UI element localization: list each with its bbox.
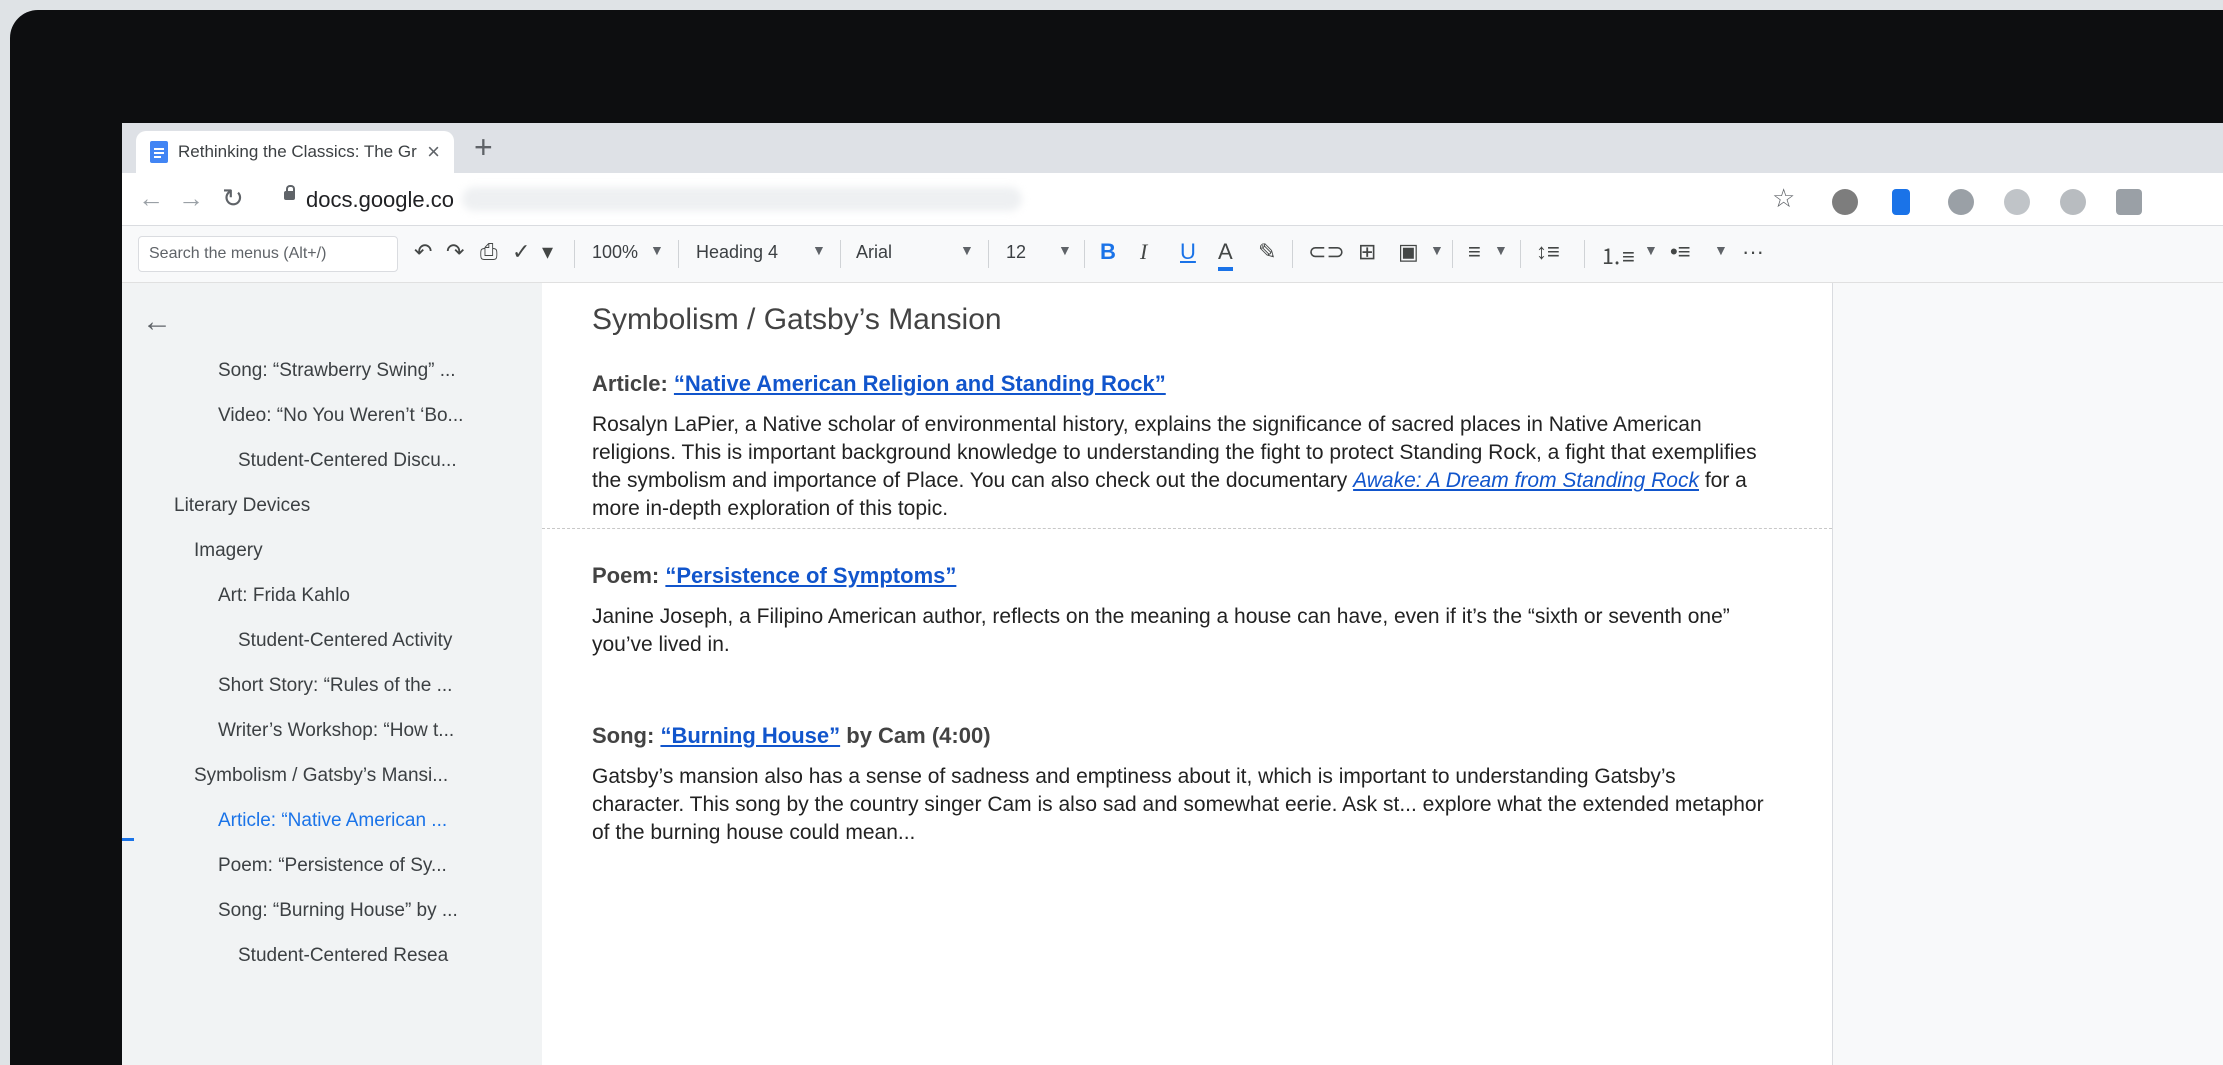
search-menus-input[interactable]: Search the menus (Alt+/) <box>138 236 398 272</box>
reload-icon[interactable]: ↻ <box>222 183 244 214</box>
bookmark-star-icon[interactable]: ☆ <box>1772 183 1795 214</box>
font-size-select[interactable]: 12 <box>1006 242 1026 263</box>
article-title: Article: “Native American Religion and S… <box>592 371 1166 397</box>
outline-item[interactable]: Video: “No You Weren’t ‘Bo... <box>218 405 463 427</box>
new-tab-button[interactable]: + <box>474 129 493 166</box>
outline-item[interactable]: Student-Centered Resea <box>238 945 448 967</box>
docs-toolbar: Search the menus (Alt+/) ↶ ↷ ⎙ ✓ ▾ 100% … <box>122 226 2223 283</box>
extension-icon[interactable] <box>1892 189 1910 215</box>
outline-item[interactable]: Symbolism / Gatsby’s Mansi... <box>194 765 448 787</box>
outline-item[interactable]: Art: Frida Kahlo <box>218 585 350 607</box>
toolbar-divider <box>1452 240 1453 268</box>
outline-item[interactable]: Literary Devices <box>174 495 310 517</box>
bulleted-list-icon[interactable]: •≡ <box>1670 239 1691 265</box>
documentary-link[interactable]: Awake: A Dream from Standing Rock <box>1353 469 1699 492</box>
outline-item[interactable]: Writer’s Workshop: “How t... <box>218 720 454 742</box>
chevron-down-icon[interactable]: ▼ <box>1714 242 1728 258</box>
toolbar-divider <box>1520 240 1521 268</box>
underline-button[interactable]: U <box>1180 239 1196 265</box>
toolbar-divider <box>840 240 841 268</box>
forward-icon[interactable]: → <box>178 183 204 214</box>
article-body: Rosalyn LaPier, a Native scholar of envi… <box>592 411 1772 523</box>
lock-icon[interactable] <box>284 185 295 200</box>
close-tab-icon[interactable]: × <box>427 139 440 165</box>
chevron-down-icon[interactable]: ▼ <box>812 242 826 258</box>
song-prefix: Song: <box>592 723 655 748</box>
bold-button[interactable]: B <box>1100 239 1116 265</box>
article-link[interactable]: “Native American Religion and Standing R… <box>674 371 1166 396</box>
address-bar: ← → ↻ docs.google.co ☆ <box>122 173 2223 226</box>
outline-item[interactable]: Imagery <box>194 540 263 562</box>
chevron-down-icon[interactable]: ▼ <box>960 242 974 258</box>
text-color-button[interactable]: A <box>1218 239 1233 271</box>
google-docs-icon <box>150 141 168 163</box>
browser-window: Rethinking the Classics: The Grea × + ← … <box>122 123 2223 1065</box>
align-icon[interactable]: ≡ <box>1468 239 1481 265</box>
more-options-icon[interactable]: ··· <box>1742 239 1764 265</box>
line-spacing-icon[interactable]: ↕≡ <box>1536 239 1560 265</box>
print-icon[interactable]: ⎙ <box>480 239 498 265</box>
extension-icon[interactable] <box>2004 189 2030 215</box>
article-prefix: Article: <box>592 371 668 396</box>
outline-item-active[interactable]: Article: “Native American ... <box>218 810 447 832</box>
chevron-down-icon[interactable]: ▼ <box>1494 242 1508 258</box>
toolbar-divider <box>988 240 989 268</box>
zoom-select[interactable]: 100% <box>592 242 638 263</box>
add-comment-icon[interactable]: ⊞ <box>1358 239 1376 265</box>
extension-icon[interactable] <box>1948 189 1974 215</box>
browser-tab[interactable]: Rethinking the Classics: The Grea × <box>136 131 454 173</box>
section-heading: Symbolism / Gatsby’s Mansion <box>592 303 1002 336</box>
spellcheck-icon[interactable]: ✓ <box>512 239 530 265</box>
outline-item[interactable]: Song: “Burning House” by ... <box>218 900 458 922</box>
chevron-down-icon[interactable]: ▼ <box>650 242 664 258</box>
song-title: Song: “Burning House” by Cam (4:00) <box>592 723 991 749</box>
chevron-down-icon[interactable]: ▼ <box>1644 242 1658 258</box>
undo-icon[interactable]: ↶ <box>414 239 432 265</box>
extension-icon[interactable] <box>2116 189 2142 215</box>
song-body: Gatsby’s mansion also has a sense of sad… <box>592 765 1764 844</box>
url-blurred-region <box>462 187 1022 211</box>
toolbar-divider <box>1084 240 1085 268</box>
extension-icon[interactable] <box>2060 189 2086 215</box>
page-break <box>542 528 1832 529</box>
outline-item[interactable]: Poem: “Persistence of Sy... <box>218 855 447 877</box>
outline-item[interactable]: Short Story: “Rules of the ... <box>218 675 452 697</box>
toolbar-divider <box>678 240 679 268</box>
document-canvas: Symbolism / Gatsby’s Mansion Article: “N… <box>542 283 2223 1065</box>
poem-title: Poem: “Persistence of Symptoms” <box>592 563 956 589</box>
url-field[interactable]: docs.google.co <box>306 187 454 213</box>
italic-button[interactable]: I <box>1140 239 1147 265</box>
document-outline: ← Song: “Strawberry Swing” ... Video: “N… <box>122 283 542 1065</box>
highlight-icon[interactable]: ✎ <box>1258 239 1276 265</box>
poem-body: Janine Joseph, a Filipino American autho… <box>592 605 1730 656</box>
link-icon[interactable]: ⊂⊃ <box>1308 239 1345 265</box>
chevron-down-icon[interactable]: ▼ <box>1058 242 1072 258</box>
toolbar-divider <box>574 240 575 268</box>
poem-link[interactable]: “Persistence of Symptoms” <box>665 563 956 588</box>
insert-image-icon[interactable]: ▣ <box>1398 239 1419 265</box>
paint-format-icon[interactable]: ▾ <box>542 239 553 265</box>
back-icon[interactable]: ← <box>138 183 164 214</box>
outline-item[interactable]: Song: “Strawberry Swing” ... <box>218 360 456 382</box>
paragraph-style-select[interactable]: Heading 4 <box>696 242 778 263</box>
chevron-down-icon[interactable]: ▼ <box>1430 242 1444 258</box>
tab-title: Rethinking the Classics: The Grea <box>178 142 418 161</box>
font-select[interactable]: Arial <box>856 242 892 263</box>
pinterest-extension-icon[interactable] <box>1832 189 1858 215</box>
poem-prefix: Poem: <box>592 563 660 588</box>
document-page[interactable]: Symbolism / Gatsby’s Mansion Article: “N… <box>542 283 1833 1065</box>
song-suffix: by Cam (4:00) <box>846 723 991 748</box>
numbered-list-icon[interactable]: ⒈≡ <box>1600 239 1635 271</box>
redo-icon[interactable]: ↷ <box>446 239 464 265</box>
close-outline-back-icon[interactable]: ← <box>142 305 172 339</box>
toolbar-divider <box>1292 240 1293 268</box>
outline-item[interactable]: Student-Centered Discu... <box>238 450 457 472</box>
outline-active-marker <box>122 838 134 841</box>
outline-item[interactable]: Student-Centered Activity <box>238 630 452 652</box>
song-link[interactable]: “Burning House” <box>660 723 840 748</box>
toolbar-divider <box>1584 240 1585 268</box>
tab-bar: Rethinking the Classics: The Grea × + <box>122 123 2223 173</box>
